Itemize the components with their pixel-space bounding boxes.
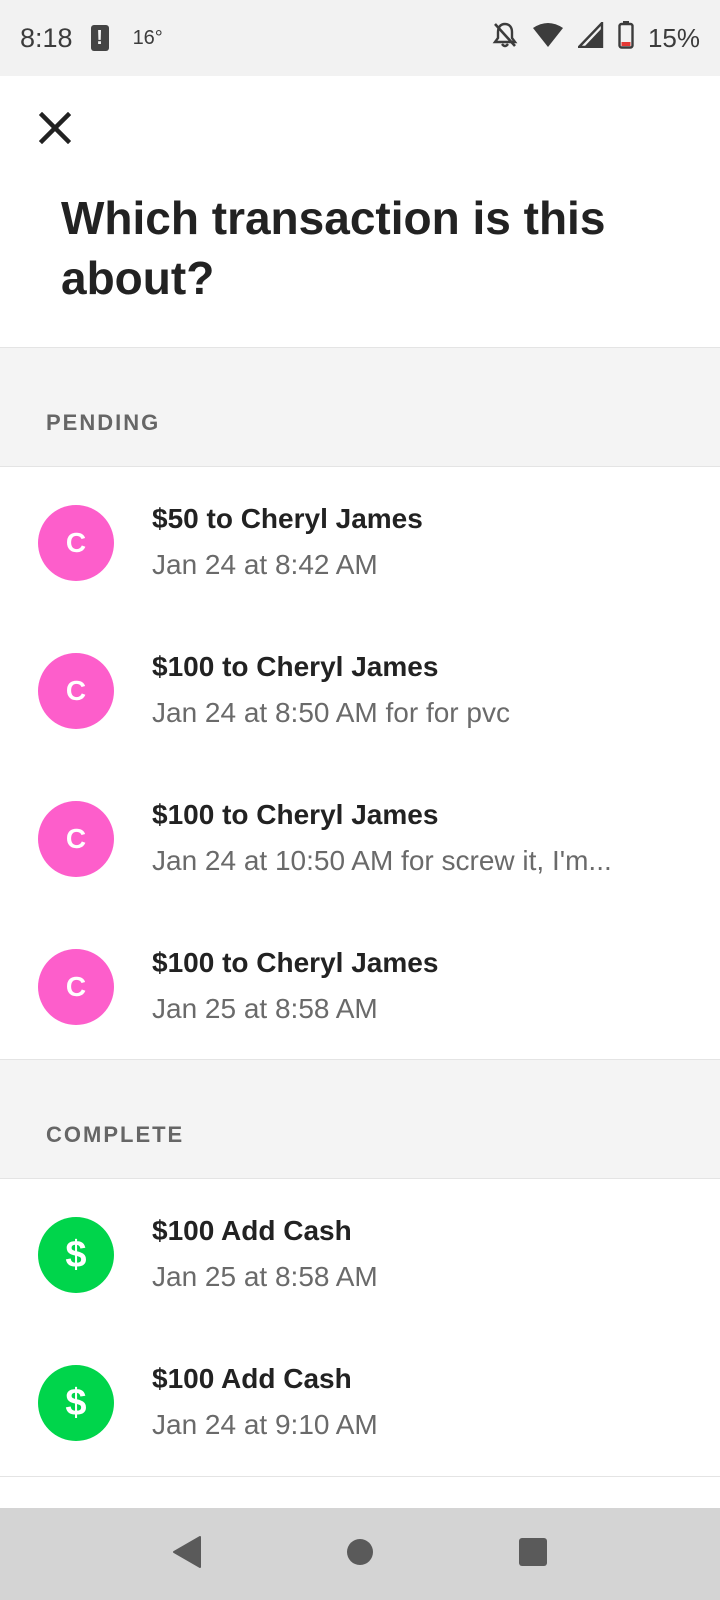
transaction-subtitle: Jan 24 at 9:10 AM [152, 1409, 378, 1440]
status-time: 8:18 [20, 22, 73, 53]
home-button[interactable] [330, 1524, 390, 1584]
transaction-row[interactable]: $ $100 Add Cash Jan 24 at 9:10 AM [0, 1327, 720, 1477]
avatar: C [38, 801, 114, 877]
transaction-row[interactable]: C $100 to Cheryl James Jan 24 at 10:50 A… [0, 763, 720, 913]
close-button[interactable] [30, 100, 80, 160]
dollar-avatar: $ [38, 1217, 114, 1293]
transaction-row[interactable]: C $100 to Cheryl James Jan 24 at 8:50 AM… [0, 615, 720, 765]
section-label: PENDING [46, 410, 161, 435]
battery-percent: 15% [647, 22, 700, 53]
home-icon [346, 1538, 374, 1571]
page-title: Which transaction is this about? [61, 192, 606, 304]
status-left: 8:18 ! 16° [20, 23, 163, 54]
section-header-complete: COMPLETE [0, 1059, 720, 1179]
battery-low-icon [618, 20, 634, 56]
recents-icon [518, 1537, 548, 1572]
temperature: 16° [132, 26, 163, 49]
avatar: C [38, 653, 114, 729]
transaction-title: $100 Add Cash [152, 1363, 352, 1394]
section-label: COMPLETE [46, 1122, 185, 1147]
bell-off-icon [492, 21, 518, 56]
dollar-avatar: $ [38, 1365, 114, 1441]
wifi-icon [532, 22, 564, 55]
signal-icon [576, 19, 604, 55]
recents-button[interactable] [503, 1524, 563, 1584]
avatar: C [38, 505, 114, 581]
transaction-title: $50 to Cheryl James [152, 503, 423, 534]
close-icon [38, 111, 72, 149]
avatar: C [38, 949, 114, 1025]
transaction-title: $100 to Cheryl James [152, 651, 439, 682]
transaction-subtitle: Jan 24 at 10:50 AM for screw it, I'm... [152, 845, 612, 876]
screen: 8:18 ! 16° 15% Which transaction is this… [0, 0, 720, 1600]
transaction-subtitle: Jan 24 at 8:50 AM for for pvc [152, 697, 510, 728]
back-button[interactable] [157, 1524, 217, 1584]
transaction-row[interactable]: $ $100 Add Cash Jan 25 at 8:58 AM [0, 1179, 720, 1329]
back-icon [172, 1535, 202, 1574]
transaction-subtitle: Jan 25 at 8:58 AM [152, 993, 378, 1024]
alert-icon: ! [90, 25, 109, 51]
status-bar: 8:18 ! 16° 15% [0, 0, 720, 76]
transaction-row[interactable]: C $100 to Cheryl James Jan 25 at 8:58 AM [0, 911, 720, 1061]
transaction-title: $100 to Cheryl James [152, 947, 439, 978]
status-right: 15% [492, 19, 700, 56]
section-header-pending: PENDING [0, 347, 720, 467]
transaction-title: $100 to Cheryl James [152, 799, 439, 830]
transaction-title: $100 Add Cash [152, 1215, 352, 1246]
transaction-subtitle: Jan 24 at 8:42 AM [152, 549, 378, 580]
transaction-subtitle: Jan 25 at 8:58 AM [152, 1261, 378, 1292]
transaction-row[interactable]: C $50 to Cheryl James Jan 24 at 8:42 AM [0, 467, 720, 617]
navigation-bar [0, 1508, 720, 1600]
